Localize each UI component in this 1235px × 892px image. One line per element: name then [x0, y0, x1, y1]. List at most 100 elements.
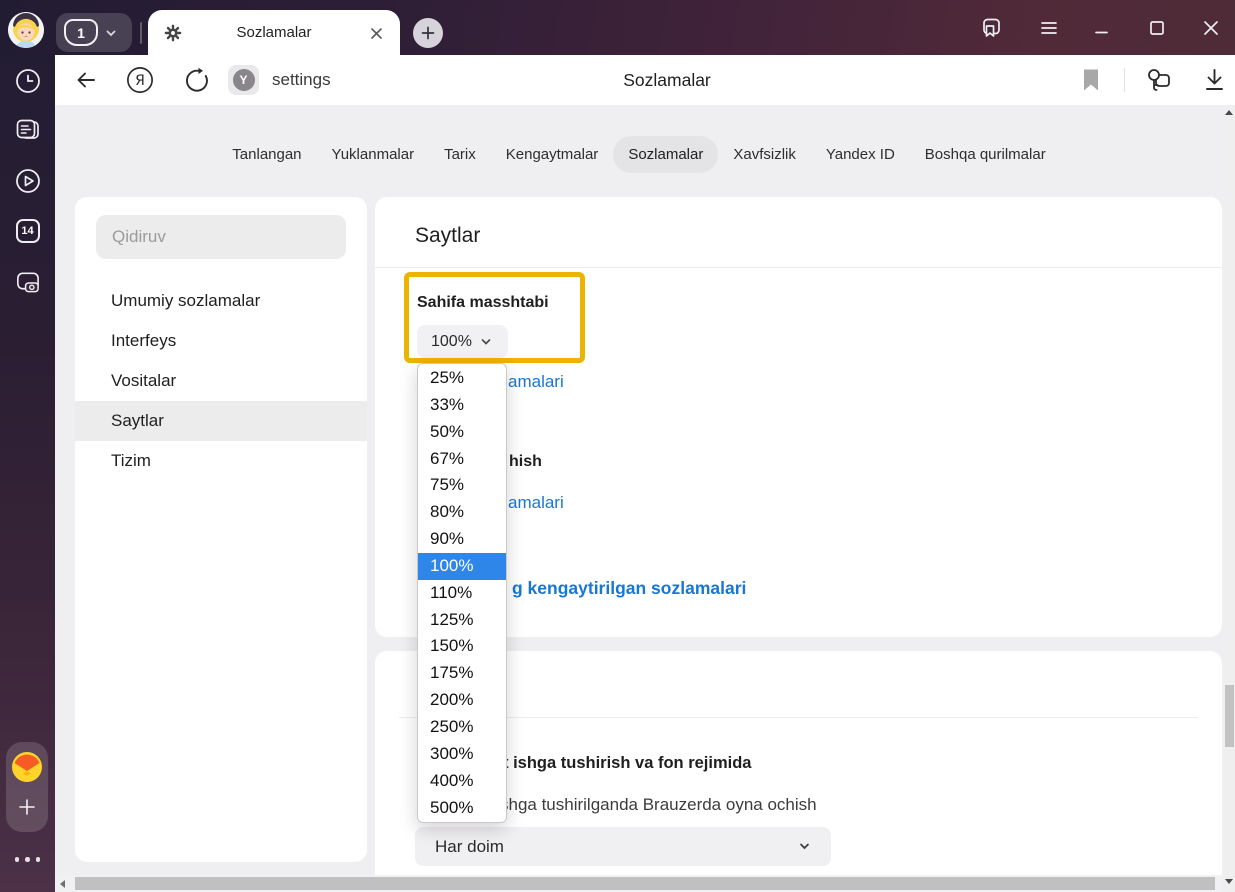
- svg-text:Я: Я: [135, 73, 145, 89]
- screenshot-button[interactable]: [14, 268, 41, 295]
- nav-tab-tarix[interactable]: Tarix: [429, 136, 491, 173]
- new-tab-button[interactable]: [413, 18, 443, 48]
- bookmark-icon[interactable]: [1081, 68, 1101, 92]
- page-zoom-select[interactable]: 100%: [417, 325, 508, 358]
- browser-toolbar: Я Y settings Sozlamalar: [55, 55, 1235, 105]
- chevron-down-icon: [480, 336, 492, 348]
- yandex-mail-icon[interactable]: [12, 752, 42, 782]
- refresh-button[interactable]: [182, 66, 210, 94]
- address-bar-page-title: Sozlamalar: [623, 55, 711, 105]
- horizontal-scrollbar[interactable]: [55, 875, 1223, 892]
- zoom-option[interactable]: 200%: [418, 687, 506, 714]
- settings-page: Tanlangan Yuklanmalar Tarix Kengaytmalar…: [55, 105, 1223, 875]
- advanced-settings-link[interactable]: g kengaytirilgan sozlamalari: [512, 578, 746, 599]
- card-divider: [399, 717, 1198, 718]
- play-icon: [15, 168, 41, 194]
- zoom-option[interactable]: 25%: [418, 365, 506, 392]
- zoom-option[interactable]: 250%: [418, 714, 506, 741]
- link-fragment-mid[interactable]: amalari: [508, 493, 564, 513]
- zoom-option[interactable]: 110%: [418, 580, 506, 607]
- zoom-option[interactable]: 67%: [418, 446, 506, 473]
- zoom-option[interactable]: 150%: [418, 633, 506, 660]
- nav-tab-yandex-id[interactable]: Yandex ID: [811, 136, 910, 173]
- zoom-option[interactable]: 50%: [418, 419, 506, 446]
- nav-tab-yuklanmalar[interactable]: Yuklanmalar: [317, 136, 430, 173]
- back-button[interactable]: [72, 66, 100, 94]
- vertical-scrollbar-thumb[interactable]: [1225, 685, 1234, 747]
- zoom-option[interactable]: 500%: [418, 795, 506, 822]
- zoom-option[interactable]: 175%: [418, 660, 506, 687]
- profile-avatar[interactable]: [8, 12, 44, 48]
- rail-more-button[interactable]: [0, 857, 55, 862]
- tab-title: Sozlamalar: [148, 10, 400, 55]
- address-bar-url[interactable]: settings: [272, 55, 331, 105]
- back-arrow-icon: [73, 67, 99, 93]
- section-title: Saytlar: [415, 224, 480, 248]
- add-app-button[interactable]: [15, 790, 39, 824]
- maximize-button[interactable]: [1144, 15, 1170, 41]
- calendar-button[interactable]: 14: [14, 217, 41, 244]
- browser-menu-button[interactable]: [1036, 15, 1062, 41]
- close-icon: [370, 27, 383, 40]
- chevron-down-icon[interactable]: [104, 26, 118, 40]
- nav-tab-kengaytmalar[interactable]: Kengaytmalar: [491, 136, 614, 173]
- clock-icon: [15, 68, 41, 94]
- yandex-home-button[interactable]: Я: [126, 66, 154, 94]
- sidebar-item-interfeys[interactable]: Interfeys: [75, 321, 367, 361]
- side-panel-button[interactable]: [978, 15, 1004, 41]
- vertical-scrollbar[interactable]: [1223, 105, 1235, 892]
- minimize-button[interactable]: [1089, 15, 1115, 41]
- startup-description: shga tushirilganda Brauzerda oyna ochish: [500, 795, 817, 815]
- scroll-down-arrow[interactable]: [1225, 879, 1233, 884]
- plus-icon: [421, 26, 435, 40]
- section-divider: [375, 267, 1222, 268]
- plus-icon: [18, 798, 36, 816]
- zoom-option-selected[interactable]: 100%: [418, 553, 506, 580]
- settings-nav-tabs: Tanlangan Yuklanmalar Tarix Kengaytmalar…: [55, 131, 1223, 177]
- feed-button[interactable]: [14, 117, 41, 144]
- avatar-illustration: [8, 12, 44, 48]
- nav-tab-boshqa-qurilmalar[interactable]: Boshqa qurilmalar: [910, 136, 1061, 173]
- zoom-option[interactable]: 80%: [418, 499, 506, 526]
- tab-close-button[interactable]: [366, 23, 386, 43]
- zoom-option[interactable]: 300%: [418, 741, 506, 768]
- panel-bookmark-icon: [979, 16, 1003, 40]
- search-input[interactable]: [96, 215, 346, 259]
- bold-fragment: hish: [509, 453, 542, 471]
- maximize-icon: [1147, 18, 1167, 38]
- zoom-option[interactable]: 90%: [418, 526, 506, 553]
- link-fragment-top[interactable]: amalari: [508, 372, 564, 392]
- zoom-option[interactable]: 33%: [418, 392, 506, 419]
- hamburger-menu-icon: [1039, 19, 1059, 37]
- video-button[interactable]: [14, 167, 41, 194]
- sidebar-item-tizim[interactable]: Tizim: [75, 441, 367, 481]
- startup-mode-select[interactable]: Har doim: [415, 827, 831, 866]
- tab-counter[interactable]: 1: [56, 13, 132, 52]
- nav-tab-xavfsizlik[interactable]: Xavfsizlik: [718, 136, 811, 173]
- nav-tab-sozlamalar[interactable]: Sozlamalar: [613, 136, 718, 173]
- sidebar-item-saytlar[interactable]: Saytlar: [75, 401, 367, 441]
- yandex-logo-icon: Я: [126, 65, 154, 95]
- site-badge[interactable]: Y: [228, 65, 259, 95]
- zoom-option[interactable]: 400%: [418, 768, 506, 795]
- history-button[interactable]: [14, 67, 41, 94]
- extensions-icon[interactable]: [1145, 66, 1172, 94]
- sidebar-item-umumiy[interactable]: Umumiy sozlamalar: [75, 281, 367, 321]
- startup-section-title: t ishga tushirish va fon rejimida: [503, 754, 751, 773]
- horizontal-scrollbar-thumb[interactable]: [75, 877, 1215, 890]
- calendar-icon: 14: [16, 219, 40, 243]
- tab-count-badge: 1: [64, 19, 98, 46]
- zoom-option[interactable]: 125%: [418, 607, 506, 634]
- nav-tab-tanlangan[interactable]: Tanlangan: [217, 136, 316, 173]
- download-icon[interactable]: [1201, 66, 1228, 94]
- zoom-option[interactable]: 75%: [418, 472, 506, 499]
- browser-tab-settings[interactable]: Sozlamalar: [148, 10, 400, 55]
- scroll-left-arrow[interactable]: [60, 880, 65, 888]
- screenshot-camera-icon: [14, 268, 41, 296]
- close-window-button[interactable]: [1198, 15, 1224, 41]
- window-titlebar: 1 Sozlamalar: [0, 0, 1235, 55]
- scroll-up-arrow[interactable]: [1225, 110, 1233, 115]
- sidebar-item-vositalar[interactable]: Vositalar: [75, 361, 367, 401]
- startup-mode-value: Har doim: [435, 837, 504, 857]
- minimize-icon: [1092, 18, 1112, 38]
